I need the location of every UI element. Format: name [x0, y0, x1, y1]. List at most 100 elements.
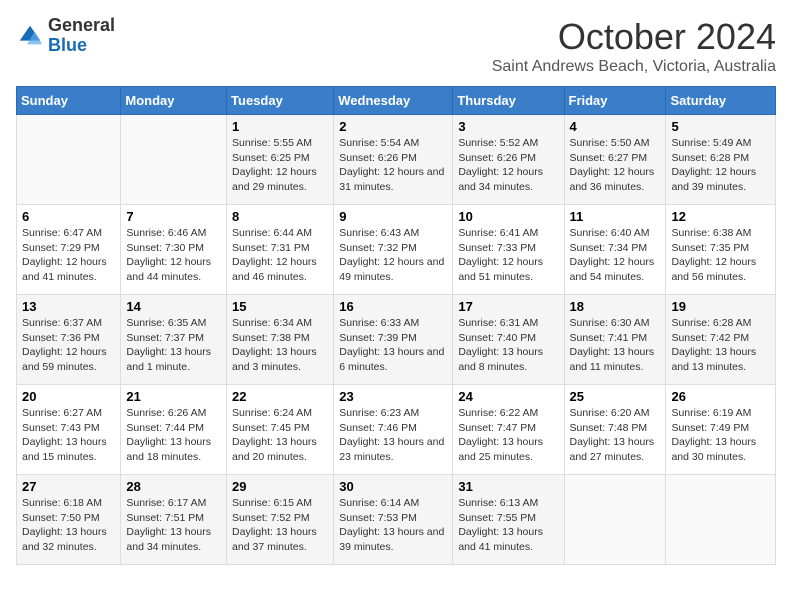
day-number: 28 [126, 479, 221, 494]
calendar-cell: 4 Sunrise: 5:50 AMSunset: 6:27 PMDaylight… [564, 115, 666, 205]
day-number: 24 [458, 389, 558, 404]
day-number: 3 [458, 119, 558, 134]
day-info: Sunrise: 6:17 AMSunset: 7:51 PMDaylight:… [126, 496, 221, 555]
day-info: Sunrise: 6:18 AMSunset: 7:50 PMDaylight:… [22, 496, 115, 555]
day-number: 16 [339, 299, 447, 314]
calendar-cell: 28 Sunrise: 6:17 AMSunset: 7:51 PMDayligh… [121, 475, 227, 565]
calendar-table: SundayMondayTuesdayWednesdayThursdayFrid… [16, 86, 776, 565]
day-info: Sunrise: 6:23 AMSunset: 7:46 PMDaylight:… [339, 406, 447, 465]
day-number: 27 [22, 479, 115, 494]
day-number: 1 [232, 119, 328, 134]
day-number: 12 [671, 209, 770, 224]
header-tuesday: Tuesday [227, 87, 334, 115]
calendar-cell: 19 Sunrise: 6:28 AMSunset: 7:42 PMDayligh… [666, 295, 776, 385]
calendar-cell: 12 Sunrise: 6:38 AMSunset: 7:35 PMDayligh… [666, 205, 776, 295]
calendar-cell: 23 Sunrise: 6:23 AMSunset: 7:46 PMDayligh… [334, 385, 453, 475]
calendar-cell: 10 Sunrise: 6:41 AMSunset: 7:33 PMDayligh… [453, 205, 564, 295]
calendar-cell: 5Sunrise: 5:49 AMSunset: 6:28 PMDaylight… [666, 115, 776, 205]
day-number: 19 [671, 299, 770, 314]
calendar-cell: 11Sunrise: 6:40 AMSunset: 7:34 PMDayligh… [564, 205, 666, 295]
calendar-cell: 15 Sunrise: 6:34 AMSunset: 7:38 PMDayligh… [227, 295, 334, 385]
day-number: 18 [570, 299, 661, 314]
day-number: 29 [232, 479, 328, 494]
day-info: Sunrise: 6:24 AMSunset: 7:45 PMDaylight:… [232, 406, 328, 465]
day-number: 31 [458, 479, 558, 494]
location-subtitle: Saint Andrews Beach, Victoria, Australia [492, 58, 776, 76]
day-info: Sunrise: 6:46 AMSunset: 7:30 PMDaylight:… [126, 226, 221, 285]
header-sunday: Sunday [17, 87, 121, 115]
day-info: Sunrise: 6:15 AMSunset: 7:52 PMDaylight:… [232, 496, 328, 555]
calendar-week-row: 27 Sunrise: 6:18 AMSunset: 7:50 PMDayligh… [17, 475, 776, 565]
calendar-week-row: 1 Sunrise: 5:55 AMSunset: 6:25 PMDaylight… [17, 115, 776, 205]
day-info: Sunrise: 6:30 AMSunset: 7:41 PMDaylight:… [570, 316, 661, 375]
calendar-cell: 21Sunrise: 6:26 AMSunset: 7:44 PMDayligh… [121, 385, 227, 475]
day-number: 7 [126, 209, 221, 224]
day-number: 13 [22, 299, 115, 314]
day-info: Sunrise: 5:50 AMSunset: 6:27 PMDaylight:… [570, 136, 661, 195]
day-info: Sunrise: 5:55 AMSunset: 6:25 PMDaylight:… [232, 136, 328, 195]
logo-icon [16, 22, 44, 50]
calendar-cell: 31 Sunrise: 6:13 AMSunset: 7:55 PMDayligh… [453, 475, 564, 565]
calendar-cell: 25Sunrise: 6:20 AMSunset: 7:48 PMDayligh… [564, 385, 666, 475]
day-number: 15 [232, 299, 328, 314]
day-info: Sunrise: 6:38 AMSunset: 7:35 PMDaylight:… [671, 226, 770, 285]
day-number: 20 [22, 389, 115, 404]
calendar-cell: 1 Sunrise: 5:55 AMSunset: 6:25 PMDaylight… [227, 115, 334, 205]
calendar-cell [666, 475, 776, 565]
calendar-cell: 29 Sunrise: 6:15 AMSunset: 7:52 PMDayligh… [227, 475, 334, 565]
day-info: Sunrise: 6:41 AMSunset: 7:33 PMDaylight:… [458, 226, 558, 285]
calendar-cell: 30 Sunrise: 6:14 AMSunset: 7:53 PMDayligh… [334, 475, 453, 565]
calendar-cell: 8Sunrise: 6:44 AMSunset: 7:31 PMDaylight… [227, 205, 334, 295]
calendar-cell: 2Sunrise: 5:54 AMSunset: 6:26 PMDaylight… [334, 115, 453, 205]
header-wednesday: Wednesday [334, 87, 453, 115]
calendar-week-row: 6Sunrise: 6:47 AMSunset: 7:29 PMDaylight… [17, 205, 776, 295]
calendar-cell: 16 Sunrise: 6:33 AMSunset: 7:39 PMDayligh… [334, 295, 453, 385]
day-number: 2 [339, 119, 447, 134]
calendar-week-row: 13Sunrise: 6:37 AMSunset: 7:36 PMDayligh… [17, 295, 776, 385]
day-info: Sunrise: 6:14 AMSunset: 7:53 PMDaylight:… [339, 496, 447, 555]
logo-blue: Blue [48, 36, 115, 56]
logo-text: General Blue [48, 16, 115, 56]
day-info: Sunrise: 6:33 AMSunset: 7:39 PMDaylight:… [339, 316, 447, 375]
day-info: Sunrise: 6:27 AMSunset: 7:43 PMDaylight:… [22, 406, 115, 465]
day-number: 26 [671, 389, 770, 404]
day-number: 4 [570, 119, 661, 134]
day-info: Sunrise: 5:52 AMSunset: 6:26 PMDaylight:… [458, 136, 558, 195]
day-info: Sunrise: 6:28 AMSunset: 7:42 PMDaylight:… [671, 316, 770, 375]
day-info: Sunrise: 6:44 AMSunset: 7:31 PMDaylight:… [232, 226, 328, 285]
calendar-cell: 17 Sunrise: 6:31 AMSunset: 7:40 PMDayligh… [453, 295, 564, 385]
calendar-cell: 22 Sunrise: 6:24 AMSunset: 7:45 PMDayligh… [227, 385, 334, 475]
day-number: 9 [339, 209, 447, 224]
day-info: Sunrise: 6:35 AMSunset: 7:37 PMDaylight:… [126, 316, 221, 375]
day-info: Sunrise: 6:13 AMSunset: 7:55 PMDaylight:… [458, 496, 558, 555]
day-info: Sunrise: 6:34 AMSunset: 7:38 PMDaylight:… [232, 316, 328, 375]
day-number: 17 [458, 299, 558, 314]
day-number: 14 [126, 299, 221, 314]
day-number: 5 [671, 119, 770, 134]
calendar-cell: 7 Sunrise: 6:46 AMSunset: 7:30 PMDaylight… [121, 205, 227, 295]
header-monday: Monday [121, 87, 227, 115]
day-info: Sunrise: 6:43 AMSunset: 7:32 PMDaylight:… [339, 226, 447, 285]
calendar-week-row: 20 Sunrise: 6:27 AMSunset: 7:43 PMDayligh… [17, 385, 776, 475]
calendar-cell [121, 115, 227, 205]
header-saturday: Saturday [666, 87, 776, 115]
day-number: 30 [339, 479, 447, 494]
day-number: 22 [232, 389, 328, 404]
calendar-cell: 26 Sunrise: 6:19 AMSunset: 7:49 PMDayligh… [666, 385, 776, 475]
header-friday: Friday [564, 87, 666, 115]
day-info: Sunrise: 6:31 AMSunset: 7:40 PMDaylight:… [458, 316, 558, 375]
day-info: Sunrise: 6:19 AMSunset: 7:49 PMDaylight:… [671, 406, 770, 465]
page-header: General Blue October 2024 Saint Andrews … [16, 16, 776, 76]
calendar-header-row: SundayMondayTuesdayWednesdayThursdayFrid… [17, 87, 776, 115]
title-block: October 2024 Saint Andrews Beach, Victor… [492, 16, 776, 76]
day-number: 10 [458, 209, 558, 224]
day-info: Sunrise: 6:22 AMSunset: 7:47 PMDaylight:… [458, 406, 558, 465]
day-number: 23 [339, 389, 447, 404]
header-thursday: Thursday [453, 87, 564, 115]
logo-general: General [48, 16, 115, 36]
calendar-cell: 9 Sunrise: 6:43 AMSunset: 7:32 PMDaylight… [334, 205, 453, 295]
calendar-cell: 27 Sunrise: 6:18 AMSunset: 7:50 PMDayligh… [17, 475, 121, 565]
calendar-cell: 14 Sunrise: 6:35 AMSunset: 7:37 PMDayligh… [121, 295, 227, 385]
calendar-cell [564, 475, 666, 565]
day-number: 11 [570, 209, 661, 224]
